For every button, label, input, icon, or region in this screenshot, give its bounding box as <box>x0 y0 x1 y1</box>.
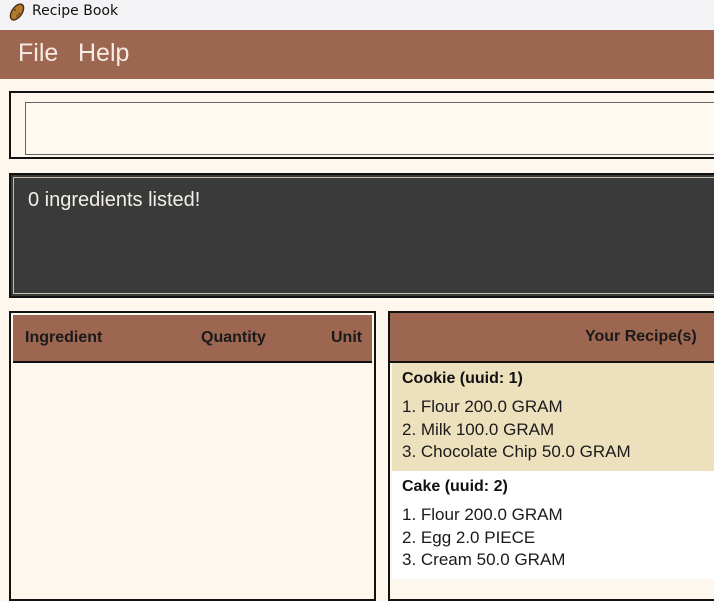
recipe-ingredient: 1. Flour 200.0 GRAM <box>402 397 563 416</box>
recipe-title: Cookie (uuid: 1) <box>402 370 523 387</box>
recipe-ingredient: 3. Cream 50.0 GRAM <box>402 550 566 569</box>
recipe-list-header: Your Recipe(s) <box>390 313 714 363</box>
menu-bar: File Help <box>0 30 714 79</box>
potato-icon <box>8 2 26 22</box>
window-title: Recipe Book <box>32 3 119 19</box>
command-box <box>9 91 714 159</box>
title-bar: Recipe Book <box>0 0 714 30</box>
column-header-quantity[interactable]: Quantity <box>201 329 266 347</box>
recipe-list-panel[interactable]: Your Recipe(s) Cookie (uuid: 1) 1. Flour… <box>388 311 714 601</box>
recipe-card[interactable]: Cake (uuid: 2) 1. Flour 200.0 GRAM 2. Eg… <box>392 471 714 579</box>
recipe-ingredient: 2. Milk 100.0 GRAM <box>402 419 555 439</box>
recipe-title: Cake (uuid: 2) <box>402 478 508 495</box>
result-message: 0 ingredients listed! <box>28 189 201 211</box>
menu-file[interactable]: File <box>18 39 58 68</box>
recipe-ingredient: 2. Egg 2.0 PIECE <box>402 527 536 547</box>
recipe-ingredient: 3. Chocolate Chip 50.0 GRAM <box>402 442 631 461</box>
recipe-ingredient: 1. Flour 200.0 GRAM <box>402 505 563 524</box>
recipe-card[interactable]: Cookie (uuid: 1) 1. Flour 200.0 GRAM 2. … <box>392 363 714 471</box>
ingredient-table-header: Ingredient Quantity Unit <box>13 315 372 363</box>
menu-help[interactable]: Help <box>78 39 129 68</box>
ingredient-list-panel[interactable]: Ingredient Quantity Unit <box>9 311 376 601</box>
recipe-list-title: Your Recipe(s) <box>585 328 697 345</box>
result-display: 0 ingredients listed! <box>9 173 714 298</box>
command-input[interactable] <box>25 102 714 155</box>
column-header-unit[interactable]: Unit <box>331 329 362 347</box>
column-header-ingredient[interactable]: Ingredient <box>25 329 102 347</box>
